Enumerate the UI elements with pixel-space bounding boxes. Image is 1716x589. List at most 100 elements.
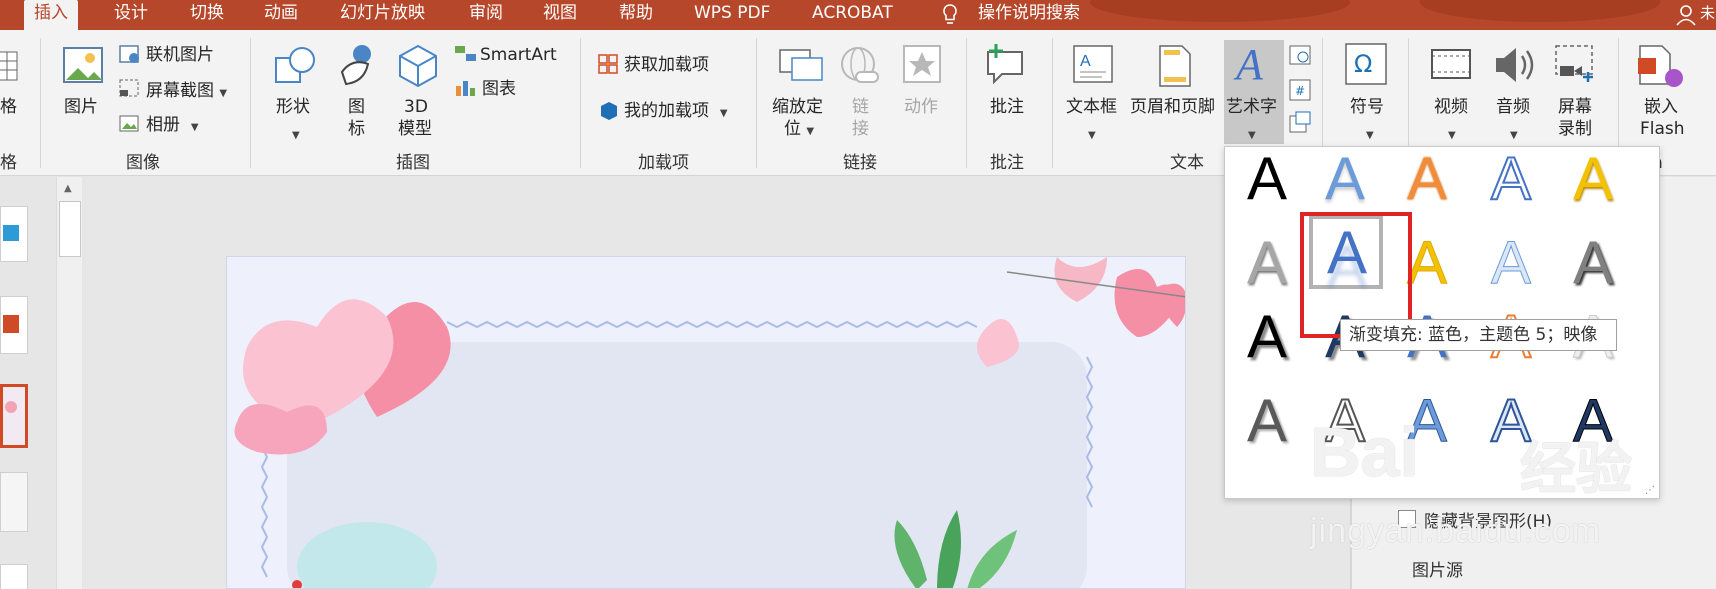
wordart-style-10[interactable]: A: [1563, 233, 1623, 293]
slide-number-icon[interactable]: #: [1288, 78, 1312, 102]
smartart-icon[interactable]: [454, 44, 478, 64]
tab-design[interactable]: 设计: [114, 0, 148, 30]
tab-acrobat[interactable]: ACROBAT: [812, 0, 893, 30]
comment-button[interactable]: 批注: [990, 96, 1024, 118]
picture-icon[interactable]: [60, 44, 106, 90]
tab-review[interactable]: 审阅: [469, 0, 503, 30]
slide-thumbnail[interactable]: [0, 206, 28, 262]
chevron-down-icon[interactable]: ▼: [1248, 122, 1256, 147]
3d-model-line2[interactable]: 模型: [398, 118, 432, 140]
video-icon[interactable]: [1430, 44, 1474, 84]
slide-thumbnail[interactable]: [0, 296, 28, 354]
album-icon[interactable]: [118, 114, 142, 134]
watermark-brand: Bai: [1310, 413, 1419, 491]
screen-recording-icon[interactable]: [1552, 44, 1598, 86]
wordart-style-4[interactable]: A: [1481, 148, 1541, 210]
chevron-down-icon: ▼: [190, 122, 199, 133]
flash-line2[interactable]: Flash: [1640, 118, 1685, 140]
get-addins-button[interactable]: 获取加载项: [624, 54, 709, 76]
tab-animations[interactable]: 动画: [264, 0, 298, 30]
audio-icon[interactable]: [1492, 44, 1536, 86]
tab-help[interactable]: 帮助: [619, 0, 653, 30]
group-label-links: 链接: [843, 153, 877, 173]
slide-thumbnail-selected[interactable]: [0, 384, 28, 448]
chevron-down-icon[interactable]: ▼: [1448, 122, 1456, 147]
group-separator: [40, 38, 41, 168]
wordart-style-1[interactable]: A: [1237, 149, 1297, 209]
tab-transitions[interactable]: 切换: [190, 0, 224, 30]
wordart-style-9[interactable]: A: [1481, 232, 1541, 293]
action-button: 动作: [904, 97, 938, 117]
screen-recording-line2[interactable]: 录制: [1558, 118, 1592, 140]
wordart-style-5[interactable]: A: [1563, 149, 1623, 209]
comment-icon[interactable]: [984, 42, 1028, 86]
date-time-icon[interactable]: [1288, 42, 1312, 68]
my-addins-button[interactable]: 我的加载项 ▼: [624, 100, 728, 125]
album-button[interactable]: 相册 ▼: [146, 114, 199, 139]
audio-button[interactable]: 音频: [1496, 96, 1530, 118]
wordart-style-16[interactable]: A: [1237, 391, 1297, 451]
zoom-icon[interactable]: [778, 44, 824, 84]
wordart-icon[interactable]: A: [1236, 40, 1263, 90]
textbox-button[interactable]: 文本框: [1066, 96, 1117, 118]
tell-me-search[interactable]: 操作说明搜索: [978, 0, 1080, 30]
wordart-style-11[interactable]: A: [1237, 307, 1297, 367]
textbox-icon[interactable]: A: [1072, 44, 1116, 86]
resize-grip-icon[interactable]: ⋰: [1645, 485, 1655, 496]
chevron-down-icon[interactable]: ▼: [1510, 122, 1518, 147]
zoom-line2[interactable]: 位 ▼: [784, 118, 814, 143]
table-icon[interactable]: [0, 50, 20, 84]
screen-recording-line1[interactable]: 屏幕: [1558, 96, 1592, 118]
flash-icon[interactable]: [1636, 44, 1686, 90]
video-button[interactable]: 视频: [1434, 96, 1468, 118]
get-addins-icon[interactable]: [598, 54, 618, 74]
chevron-down-icon[interactable]: ▼: [1088, 122, 1096, 147]
symbol-button[interactable]: 符号: [1350, 96, 1384, 118]
chevron-down-icon[interactable]: ▼: [292, 122, 300, 147]
thumbnail-scrollbar[interactable]: ▲: [56, 177, 82, 589]
table-button-label[interactable]: 格: [0, 96, 17, 118]
3d-model-icon[interactable]: [396, 42, 440, 92]
tab-wps-pdf[interactable]: WPS PDF: [694, 0, 770, 30]
icons-icon[interactable]: [334, 42, 378, 92]
object-icon[interactable]: [1288, 110, 1312, 134]
zoom-line2-label: 位: [784, 119, 801, 139]
shapes-button[interactable]: 形状: [276, 96, 310, 118]
screenshot-button[interactable]: 屏幕截图 ▼: [146, 80, 227, 105]
wordart-style-6[interactable]: A: [1237, 233, 1297, 293]
flash-line1[interactable]: 嵌入: [1644, 96, 1678, 118]
online-picture-icon[interactable]: [118, 44, 142, 66]
user-icon[interactable]: [1676, 4, 1700, 26]
icons-button-line2[interactable]: 标: [348, 118, 365, 140]
header-footer-icon[interactable]: [1158, 44, 1192, 88]
group-label-comments: 批注: [990, 153, 1024, 173]
tab-slideshow[interactable]: 幻灯片放映: [340, 0, 425, 30]
wordart-button[interactable]: 艺术字: [1226, 96, 1277, 118]
wordart-style-3[interactable]: A: [1397, 149, 1457, 209]
scrollbar-thumb[interactable]: [59, 201, 81, 257]
chevron-down-icon[interactable]: ▼: [1366, 122, 1374, 147]
scroll-up-icon[interactable]: ▲: [64, 183, 72, 194]
chart-button[interactable]: 图表: [482, 78, 516, 100]
symbol-icon[interactable]: Ω: [1344, 42, 1388, 86]
my-addins-icon[interactable]: [598, 100, 620, 120]
wordart-tooltip: 渐变填充: 蓝色，主题色 5；映像: [1340, 319, 1617, 351]
tab-view[interactable]: 视图: [543, 0, 577, 30]
slide-thumbnail[interactable]: [0, 564, 28, 589]
zoom-line1[interactable]: 缩放定: [772, 96, 823, 118]
online-picture-button[interactable]: 联机图片: [146, 44, 214, 66]
picture-button[interactable]: 图片: [64, 96, 98, 118]
svg-text:A: A: [1080, 53, 1091, 70]
icons-button-line1[interactable]: 图: [348, 96, 365, 118]
screenshot-label: 屏幕截图: [146, 81, 214, 101]
slide-thumbnail[interactable]: [0, 472, 28, 532]
screenshot-icon[interactable]: [118, 78, 142, 100]
3d-model-line1[interactable]: 3D: [404, 96, 428, 118]
tab-insert[interactable]: 插入: [24, 0, 78, 30]
chart-icon[interactable]: [454, 78, 478, 98]
slide-canvas[interactable]: [226, 256, 1186, 589]
shapes-icon[interactable]: [270, 44, 318, 92]
smartart-button[interactable]: SmartArt: [480, 44, 557, 66]
wordart-style-2[interactable]: A: [1315, 149, 1375, 209]
header-footer-button[interactable]: 页眉和页脚: [1130, 96, 1215, 118]
